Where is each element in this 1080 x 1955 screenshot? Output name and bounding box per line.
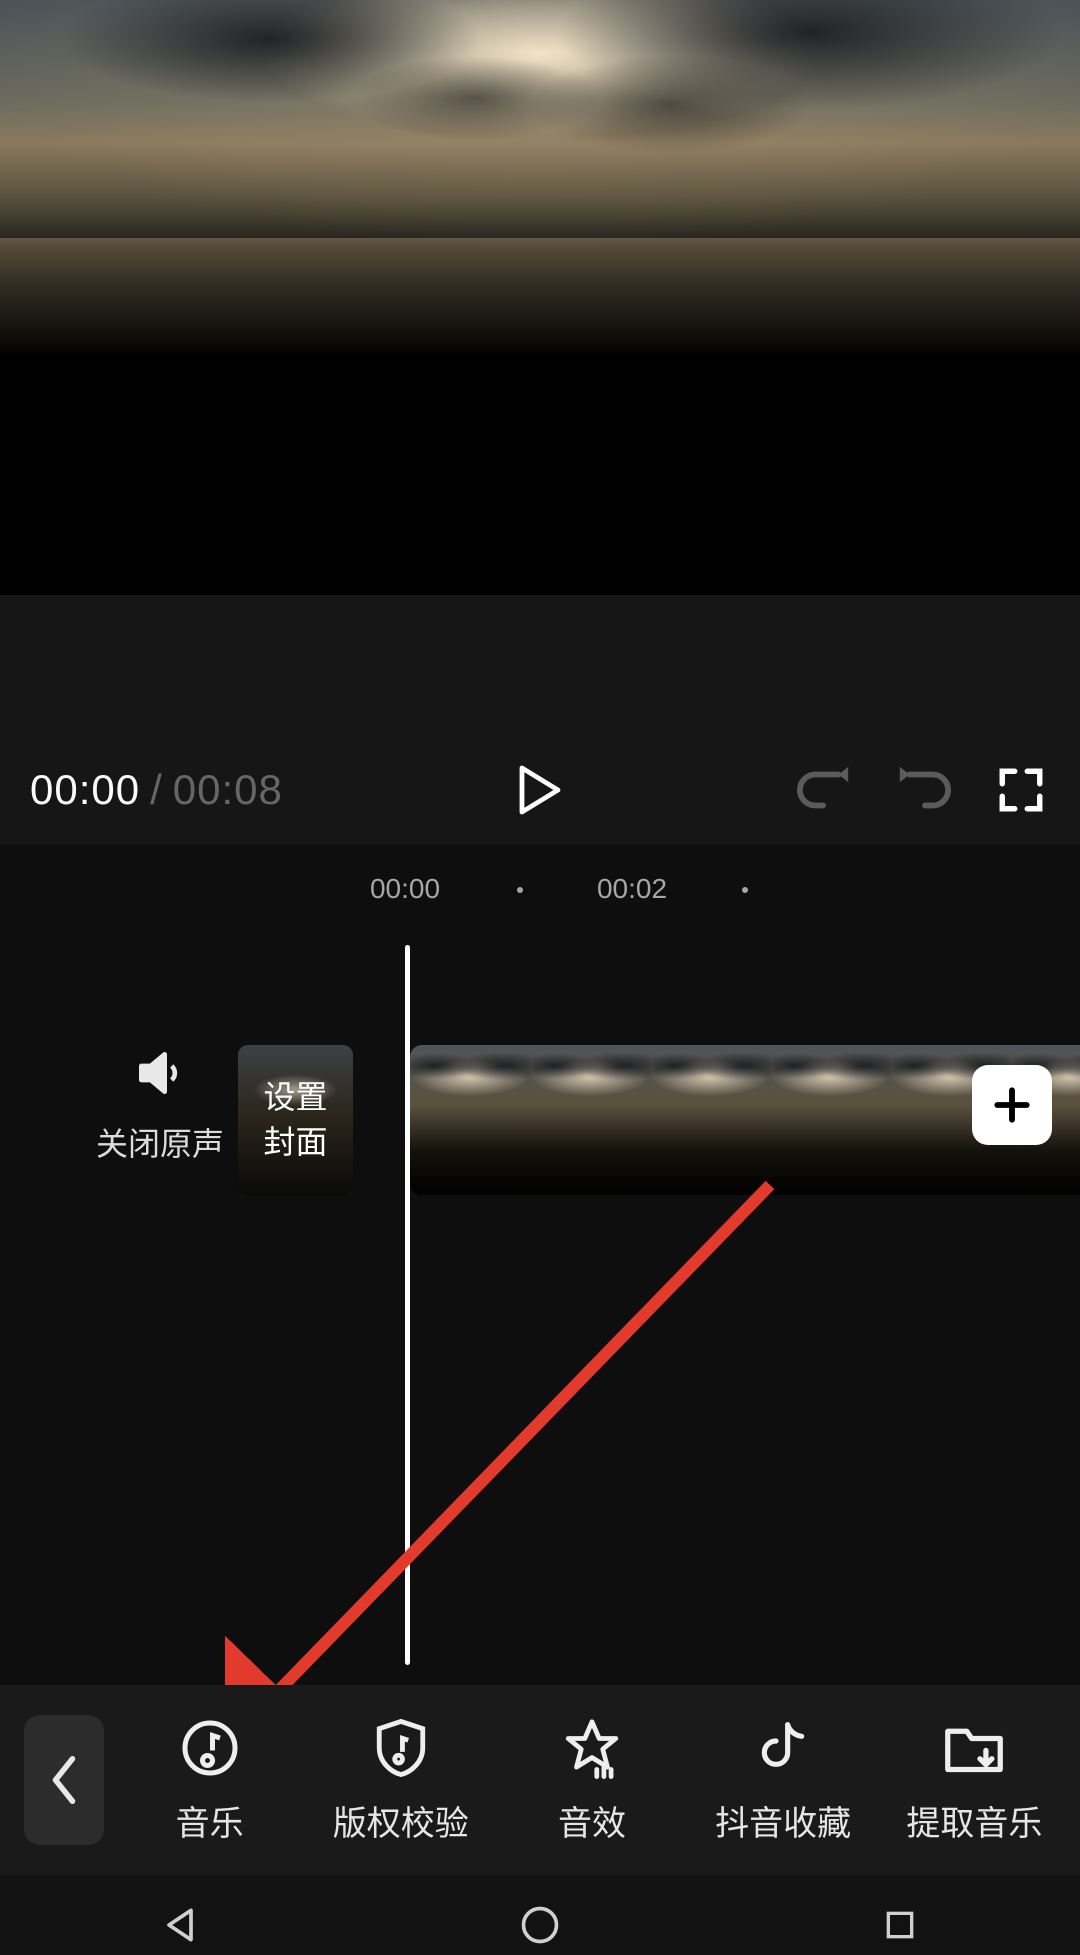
plus-icon — [990, 1083, 1034, 1127]
time-divider: / — [150, 766, 163, 814]
clip-thumb — [770, 1045, 890, 1195]
tool-sound-effect[interactable]: 音效 — [517, 1716, 667, 1845]
tool-label: 音效 — [558, 1796, 626, 1845]
triangle-left-icon — [158, 1903, 202, 1947]
timeline-ruler: 00:00 00:02 — [0, 873, 1080, 923]
timeline[interactable]: 00:00 00:02 关闭原声 设置 封面 — [0, 845, 1080, 1685]
video-preview[interactable] — [0, 0, 1080, 595]
set-cover-button[interactable]: 设置 封面 — [238, 1045, 353, 1195]
android-navbar — [0, 1875, 1080, 1955]
shield-music-icon — [372, 1716, 430, 1780]
ruler-mark: 00:02 — [597, 873, 667, 905]
undo-button[interactable] — [796, 761, 854, 819]
ruler-dot — [517, 887, 523, 893]
audio-toolbar: 音乐 版权校验 音效 抖音收藏 提取音乐 — [0, 1685, 1080, 1875]
tool-extract-music[interactable]: 提取音乐 — [899, 1716, 1049, 1845]
playhead[interactable] — [405, 945, 410, 1665]
annotation-arrow — [225, 1170, 785, 1685]
mute-original-label: 关闭原声 — [90, 1119, 230, 1165]
circle-icon — [518, 1903, 562, 1947]
star-bars-icon — [561, 1716, 623, 1780]
fullscreen-button[interactable] — [992, 761, 1050, 819]
ruler-dot — [742, 887, 748, 893]
tool-label: 抖音收藏 — [715, 1796, 851, 1845]
preview-glow — [0, 238, 1080, 358]
nav-back-button[interactable] — [120, 1895, 240, 1955]
time-current: 00:00 — [30, 766, 140, 814]
playback-controls: 00:00 / 00:08 — [0, 595, 1080, 845]
toolbar-back-button[interactable] — [24, 1715, 104, 1845]
square-icon — [880, 1905, 920, 1945]
play-button[interactable] — [511, 761, 569, 819]
tool-copyright-check[interactable]: 版权校验 — [326, 1716, 476, 1845]
clip-thumb — [650, 1045, 770, 1195]
nav-home-button[interactable] — [480, 1895, 600, 1955]
time-total: 00:08 — [173, 766, 283, 814]
chevron-left-icon — [47, 1754, 81, 1806]
douyin-icon — [755, 1716, 811, 1780]
time-display: 00:00 / 00:08 — [30, 766, 283, 814]
tool-douyin-favorites[interactable]: 抖音收藏 — [708, 1716, 858, 1845]
ruler-mark: 00:00 — [370, 873, 440, 905]
track-row: 关闭原声 设置 封面 — [0, 1045, 1080, 1235]
tool-label: 版权校验 — [333, 1796, 469, 1845]
speaker-icon — [90, 1045, 230, 1101]
set-cover-label: 设置 封面 — [263, 1075, 327, 1165]
mute-original-button[interactable]: 关闭原声 — [90, 1045, 230, 1165]
nav-recent-button[interactable] — [840, 1895, 960, 1955]
folder-import-icon — [943, 1716, 1005, 1780]
tool-label: 提取音乐 — [906, 1796, 1042, 1845]
tool-music[interactable]: 音乐 — [135, 1716, 285, 1845]
tool-label: 音乐 — [176, 1796, 244, 1845]
add-clip-button[interactable] — [972, 1065, 1052, 1145]
clip-thumb — [410, 1045, 530, 1195]
redo-button[interactable] — [894, 761, 952, 819]
clip-thumb — [530, 1045, 650, 1195]
music-icon — [180, 1716, 240, 1780]
